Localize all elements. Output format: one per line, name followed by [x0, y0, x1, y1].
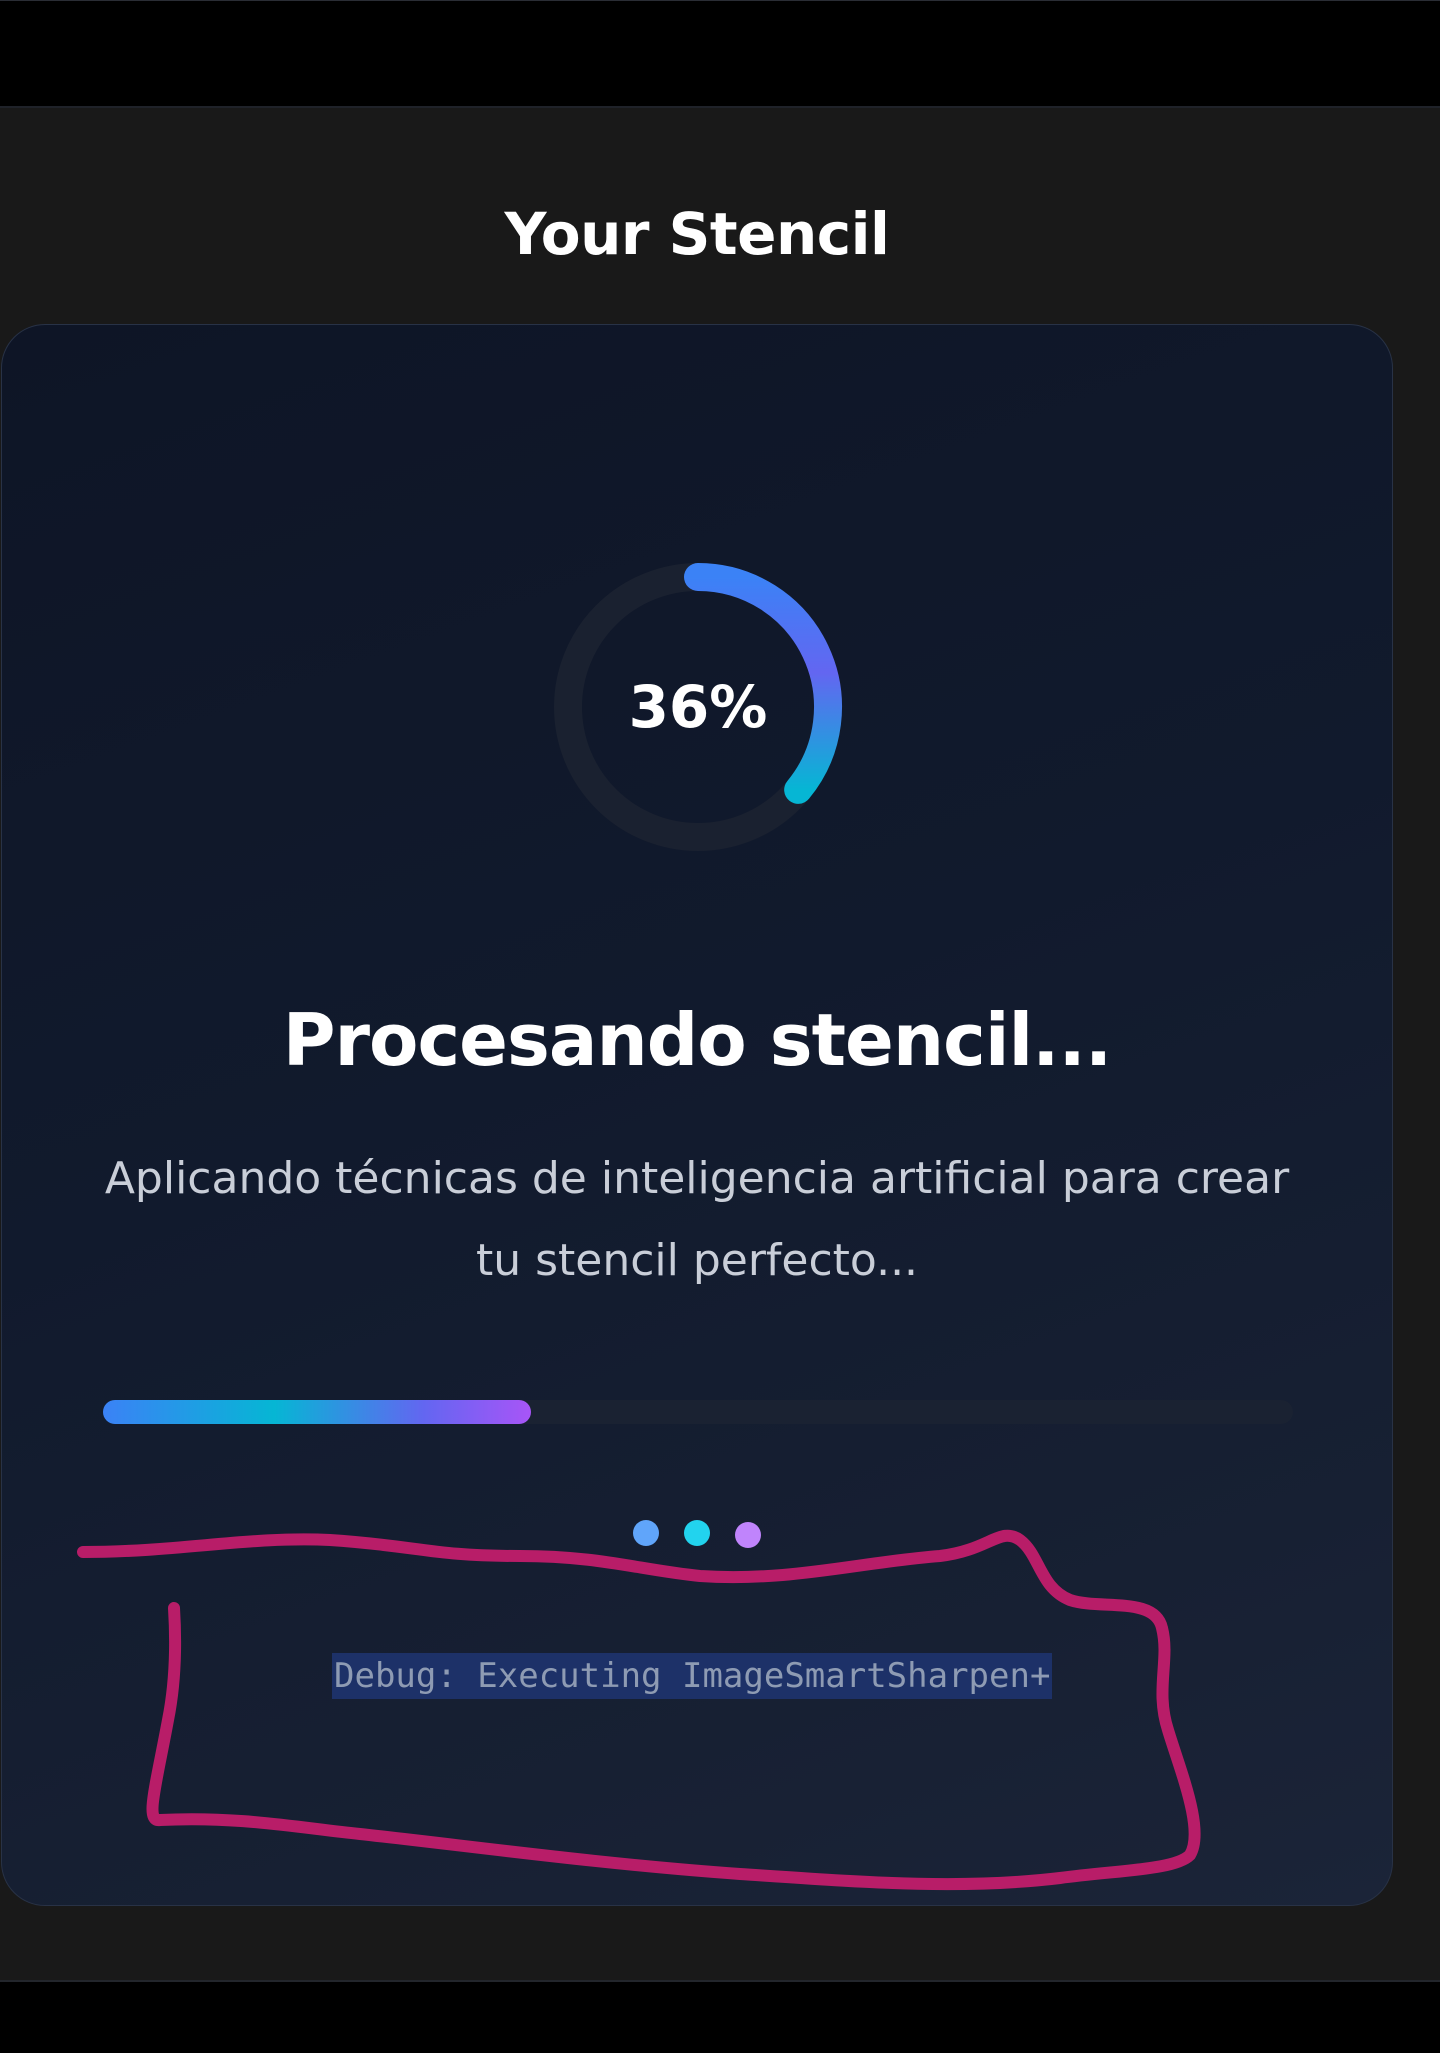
processing-description: Aplicando técnicas de inteligencia artif…: [104, 1153, 1290, 1286]
progress-percent-label: 36%: [628, 673, 768, 741]
top-bar: [0, 0, 1440, 108]
debug-status-text: Debug: Executing ImageSmartSharpen+: [332, 1653, 1053, 1699]
progress-bar-fill: [103, 1400, 532, 1424]
app-frame: Your Stencil 36% Procesando stencil... A…: [0, 0, 1440, 2053]
processing-heading: Procesando stencil...: [282, 998, 1112, 1082]
section-title: Your Stencil: [504, 200, 890, 268]
loading-dot-3: [735, 1522, 761, 1548]
progress-bar-track: [103, 1400, 1293, 1424]
loading-dot-2: [684, 1520, 710, 1546]
progress-ring-icon: 36%: [540, 549, 856, 865]
bottom-bar: [0, 1982, 1440, 2053]
loading-dot-1: [633, 1520, 659, 1546]
